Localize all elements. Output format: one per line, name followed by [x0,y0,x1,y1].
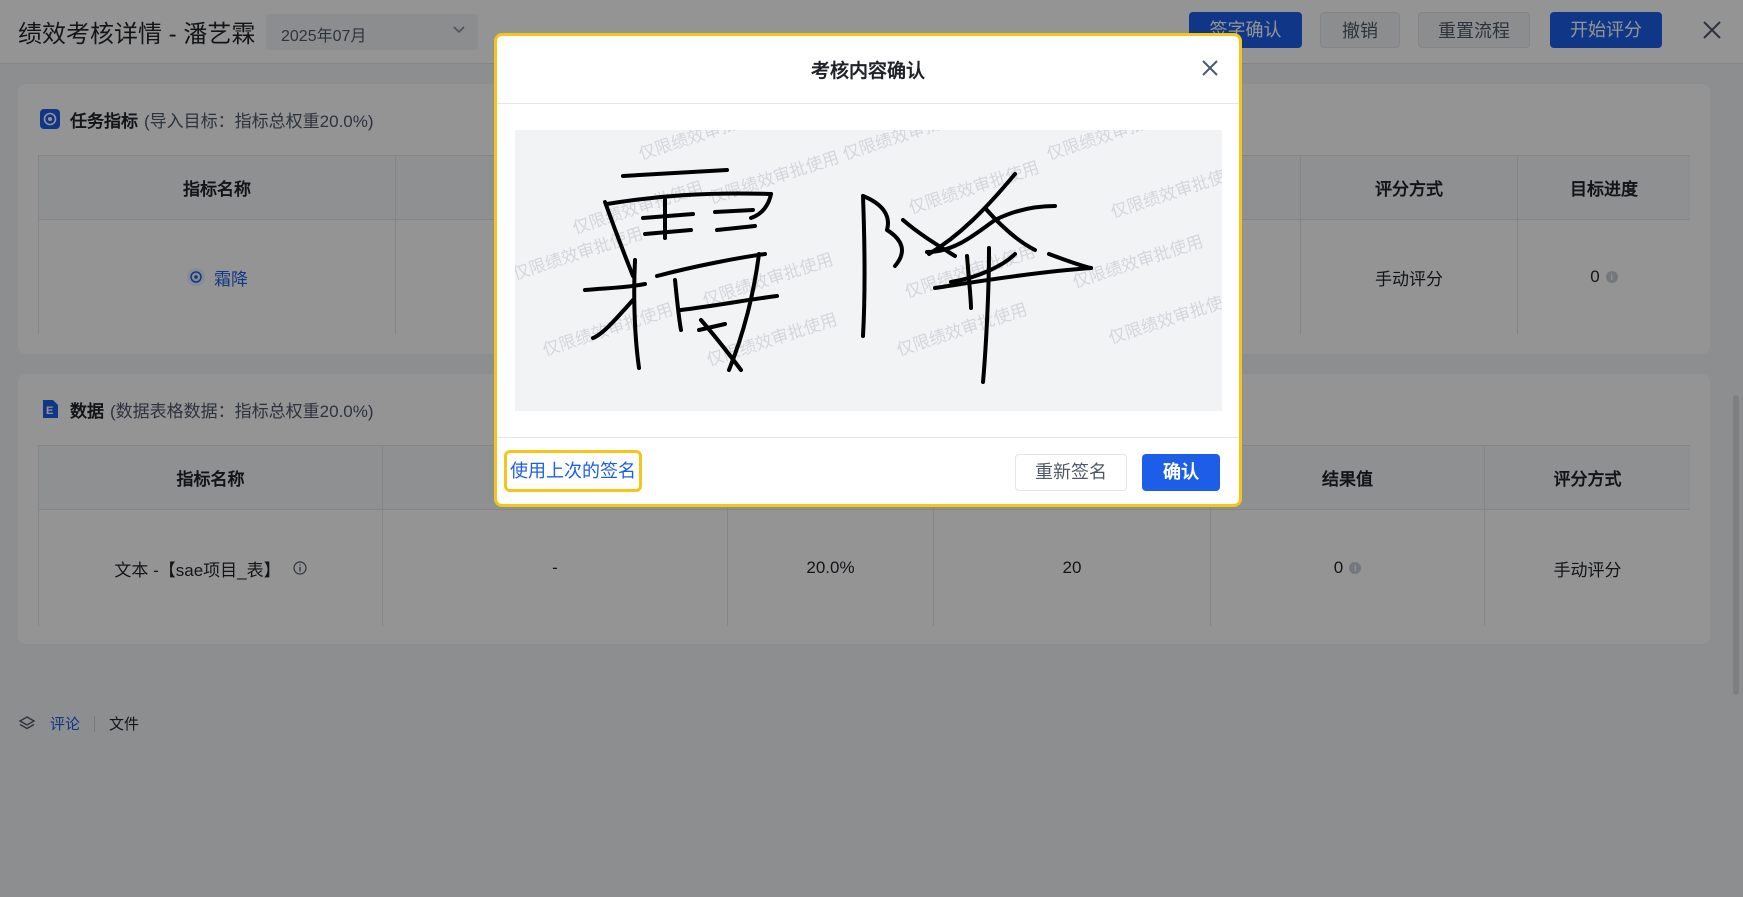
close-icon[interactable] [1198,56,1222,80]
confirm-button[interactable]: 确认 [1142,454,1220,491]
watermark-text: 仅限绩效审批使用 [840,130,976,164]
watermark-text: 仅限绩效审批使用 [1106,287,1222,348]
watermark-text: 仅限绩效审批使用 [1070,231,1206,292]
watermark-text: 仅限绩效审批使用 [636,130,772,164]
resign-button[interactable]: 重新签名 [1015,454,1127,491]
divider [497,103,1239,104]
watermark-text: 仅限绩效审批使用 [894,299,1030,360]
signature-canvas[interactable]: 仅限绩效审批使用 仅限绩效审批使用 仅限绩效审批使用仅限绩效审批使用 仅限绩效审批使用… [515,130,1222,411]
watermark-text: 仅限绩效审批使用 [704,309,840,370]
use-last-signature-button[interactable]: 使用上次的签名 [504,450,642,492]
signature-pad[interactable]: 仅限绩效审批使用 仅限绩效审批使用 仅限绩效审批使用 仅限绩效审批使用 仅限绩效审批使用… [515,130,1222,411]
confirm-dialog: 考核内容确认 仅限绩效审批使用 仅限绩效审批使用 仅限绩效审批使用 仅限绩效审批使用仅… [494,33,1242,507]
watermark-text: 仅限绩效审批使用 [1044,130,1180,164]
watermark-text: 仅限绩效审批使用 [1108,161,1222,222]
watermark-text: 仅限绩效审批使用 [706,147,842,208]
dialog-title: 考核内容确认 [810,61,925,82]
watermark-text: 仅限绩效审批使用 [700,249,836,310]
divider [497,437,1239,438]
